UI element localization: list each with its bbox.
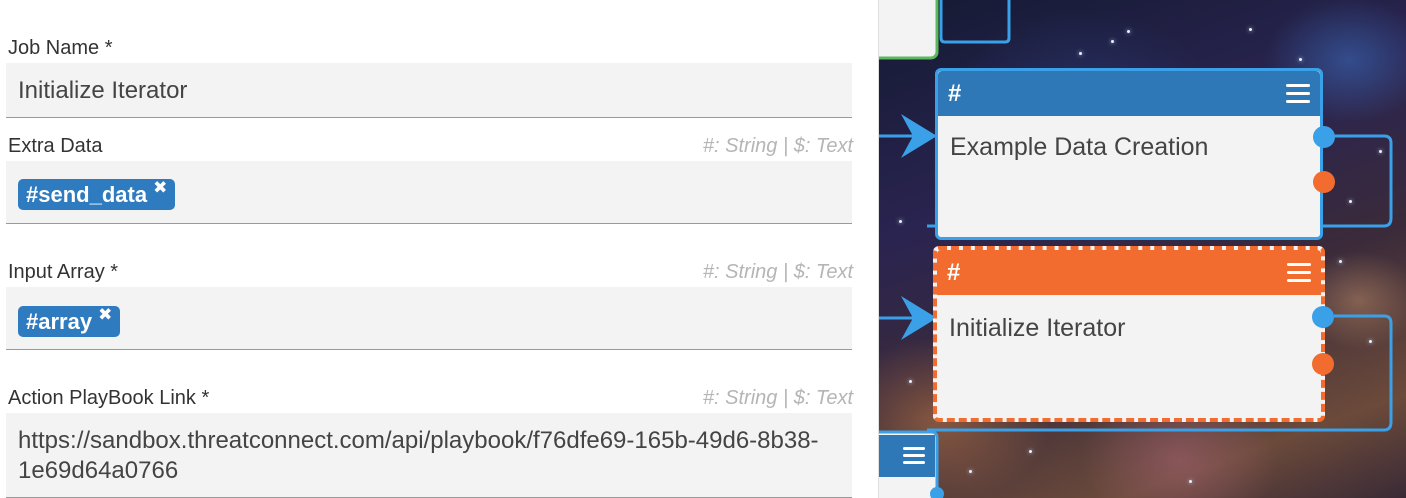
input-array-label: Input Array * — [8, 261, 119, 283]
node-header: # — [938, 71, 1320, 116]
input-array-tag-label: #array — [26, 308, 93, 334]
playbook-link-label: Action PlayBook Link * — [8, 387, 210, 409]
playbook-canvas[interactable]: # Example Data Creation # Initialize Ite… — [878, 0, 1406, 498]
job-name-value: Initialize Iterator — [18, 77, 188, 104]
input-array-type-hint: #: String | $: Text — [702, 261, 853, 283]
input-array-tag: #array ✖ — [18, 305, 121, 337]
extra-data-tag-label: #send_data — [26, 181, 148, 207]
playbook-link-field[interactable]: https://sandbox.threatconnect.com/api/pl… — [6, 413, 852, 498]
job-name-field[interactable]: Initialize Iterator — [6, 63, 852, 118]
node-example-data-creation[interactable]: # Example Data Creation — [935, 68, 1335, 240]
playbook-link-type-hint: #: String | $: Text — [702, 387, 853, 409]
extra-data-label: Extra Data — [8, 135, 103, 157]
job-config-form: Job Name * Initialize Iterator Extra Dat… — [0, 0, 878, 498]
extra-data-type-hint: #: String | $: Text — [702, 135, 853, 157]
failure-port-icon[interactable] — [1312, 353, 1334, 375]
partial-node-blue-outline — [939, 0, 1011, 44]
node-menu-icon[interactable] — [1286, 84, 1310, 103]
node-initialize-iterator[interactable]: # Initialize Iterator — [933, 246, 1334, 422]
hash-icon: # — [948, 79, 962, 107]
failure-port-icon[interactable] — [1313, 171, 1335, 193]
node-menu-icon[interactable] — [1287, 263, 1311, 282]
node-title: Example Data Creation — [950, 133, 1209, 161]
node-title: Initialize Iterator — [949, 314, 1126, 342]
hash-icon: # — [947, 258, 961, 286]
extra-data-field[interactable]: #send_data ✖ — [6, 161, 852, 224]
input-array-field[interactable]: #array ✖ — [6, 287, 852, 350]
remove-tag-icon[interactable]: ✖ — [98, 305, 112, 325]
success-port-icon[interactable] — [1313, 126, 1335, 148]
job-name-label: Job Name * — [8, 37, 113, 59]
extra-data-tag: #send_data ✖ — [18, 178, 176, 210]
remove-tag-icon[interactable]: ✖ — [153, 178, 167, 198]
success-port-icon[interactable] — [1312, 306, 1334, 328]
playbook-link-value: https://sandbox.threatconnect.com/api/pl… — [18, 427, 819, 484]
partial-node-green[interactable] — [879, 0, 939, 60]
node-header: # — [937, 250, 1321, 295]
